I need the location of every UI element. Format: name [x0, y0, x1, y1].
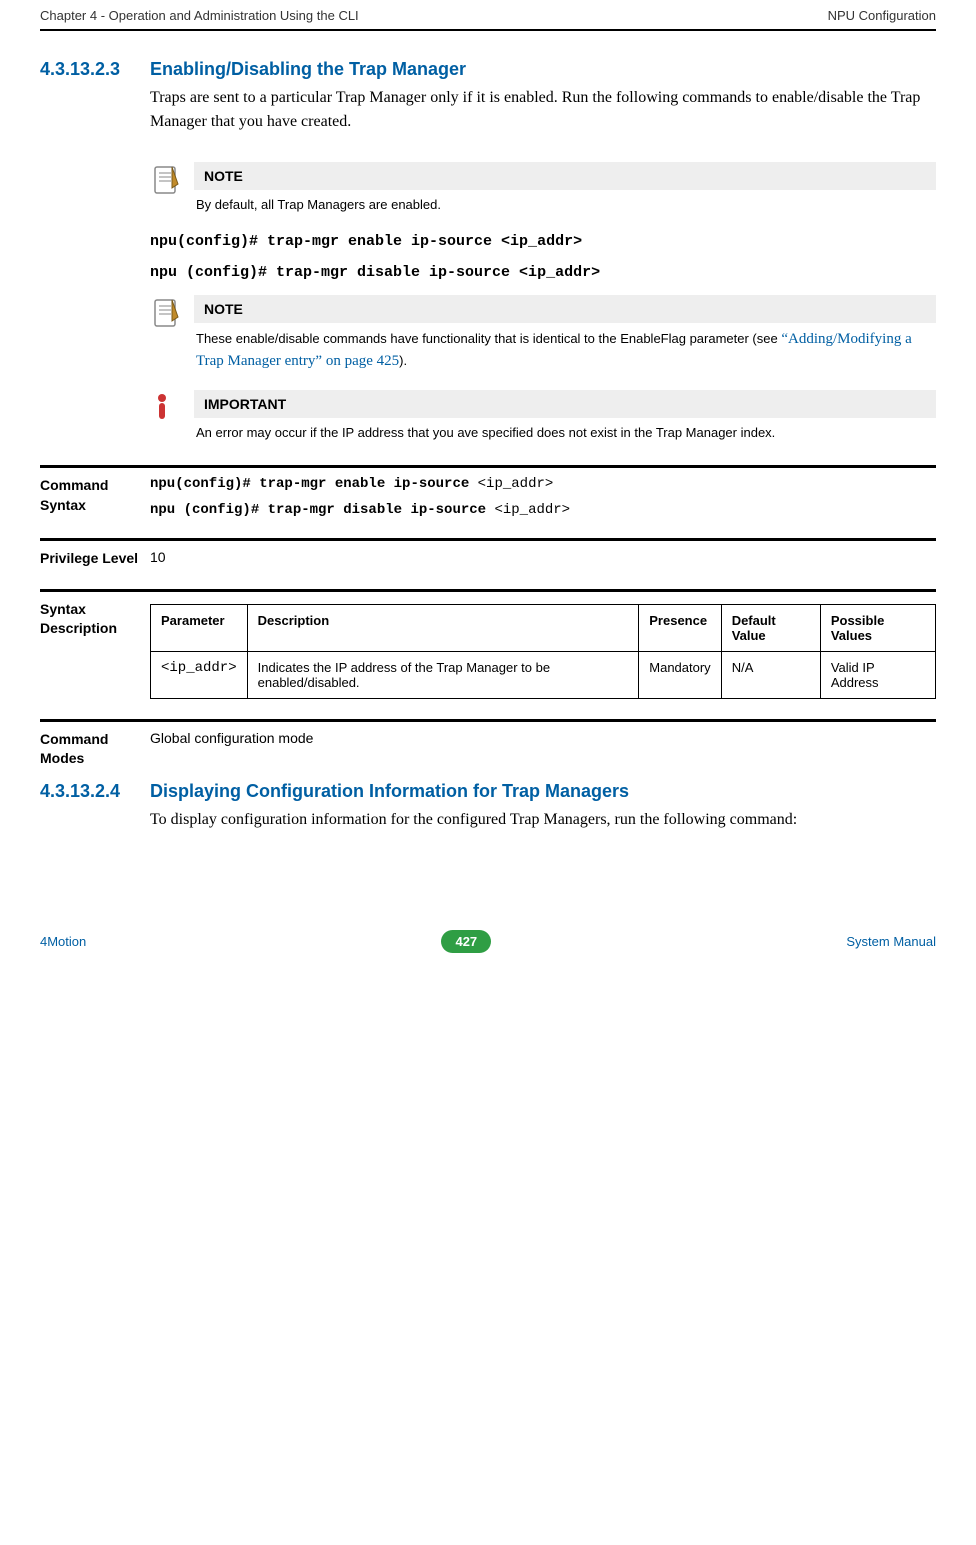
note-callout: NOTE By default, all Trap Managers are e…	[150, 162, 936, 215]
command-syntax-label: Command Syntax	[40, 476, 150, 518]
note-text-suffix: ).	[399, 353, 407, 368]
section-title: Enabling/Disabling the Trap Manager	[150, 59, 936, 80]
note-text-prefix: These enable/disable commands have funct…	[196, 331, 781, 346]
command-disable: npu (config)# trap-mgr disable ip-source…	[150, 264, 936, 281]
command-syntax-line: npu(config)# trap-mgr enable ip-source <…	[150, 476, 936, 492]
header-right: NPU Configuration	[828, 8, 936, 23]
important-title: IMPORTANT	[194, 390, 936, 418]
command-modes-block: Command Modes Global configuration mode	[40, 719, 936, 769]
th-possible: Possible Values	[820, 604, 935, 651]
important-icon	[150, 390, 194, 443]
privilege-level-value: 10	[150, 549, 936, 569]
td-presence: Mandatory	[639, 651, 721, 698]
syntax-prefix: npu (config)# trap-mgr disable ip-source	[150, 502, 494, 518]
page-number-badge: 427	[441, 930, 491, 953]
syntax-prefix: npu(config)# trap-mgr enable ip-source	[150, 476, 478, 492]
syntax-table: Parameter Description Presence Default V…	[150, 604, 936, 699]
td-description: Indicates the IP address of the Trap Man…	[247, 651, 639, 698]
note-text: By default, all Trap Managers are enable…	[194, 196, 936, 215]
syntax-description-label: Syntax Description	[40, 600, 150, 699]
section-number: 4.3.13.2.3	[40, 59, 150, 152]
td-possible: Valid IP Address	[820, 651, 935, 698]
section-display-config-info: 4.3.13.2.4 Displaying Configuration Info…	[40, 781, 936, 850]
privilege-level-block: Privilege Level 10	[40, 538, 936, 569]
important-text: An error may occur if the IP address tha…	[194, 424, 936, 443]
table-header-row: Parameter Description Presence Default V…	[151, 604, 936, 651]
command-modes-label: Command Modes	[40, 730, 150, 769]
note-icon	[150, 162, 194, 215]
important-callout: IMPORTANT An error may occur if the IP a…	[150, 390, 936, 443]
syntax-arg: <ip_addr>	[494, 502, 570, 518]
th-default: Default Value	[721, 604, 820, 651]
section-intro: Traps are sent to a particular Trap Mana…	[150, 86, 936, 134]
note-text: These enable/disable commands have funct…	[194, 329, 936, 373]
th-description: Description	[247, 604, 639, 651]
note-icon	[150, 295, 194, 373]
command-modes-value: Global configuration mode	[150, 730, 936, 769]
note-callout: NOTE These enable/disable commands have …	[150, 295, 936, 373]
th-parameter: Parameter	[151, 604, 248, 651]
syntax-arg: <ip_addr>	[478, 476, 554, 492]
note-title: NOTE	[194, 295, 936, 323]
privilege-level-label: Privilege Level	[40, 549, 150, 569]
td-default: N/A	[721, 651, 820, 698]
table-row: <ip_addr> Indicates the IP address of th…	[151, 651, 936, 698]
th-presence: Presence	[639, 604, 721, 651]
section-enable-disable-trap-manager: 4.3.13.2.3 Enabling/Disabling the Trap M…	[40, 59, 936, 152]
section-number: 4.3.13.2.4	[40, 781, 150, 850]
command-syntax-block: Command Syntax npu(config)# trap-mgr ena…	[40, 465, 936, 518]
section-intro: To display configuration information for…	[150, 808, 936, 832]
td-parameter: <ip_addr>	[151, 651, 248, 698]
page-footer: 4Motion 427 System Manual	[40, 930, 936, 969]
syntax-description-block: Syntax Description Parameter Description…	[40, 589, 936, 699]
note-title: NOTE	[194, 162, 936, 190]
command-enable: npu(config)# trap-mgr enable ip-source <…	[150, 233, 936, 250]
command-syntax-line: npu (config)# trap-mgr disable ip-source…	[150, 502, 936, 518]
header-left: Chapter 4 - Operation and Administration…	[40, 8, 359, 23]
page-header: Chapter 4 - Operation and Administration…	[40, 0, 936, 31]
section-title: Displaying Configuration Information for…	[150, 781, 936, 802]
footer-right: System Manual	[846, 934, 936, 949]
footer-left: 4Motion	[40, 934, 86, 949]
